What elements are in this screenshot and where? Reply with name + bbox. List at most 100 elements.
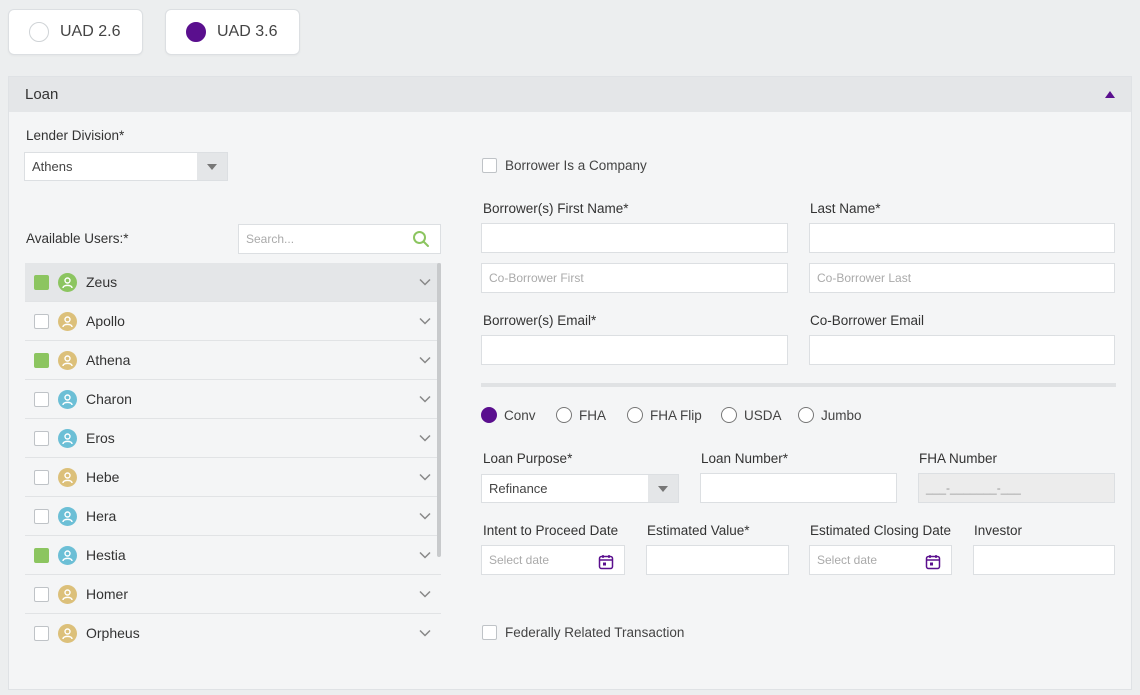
user-avatar-icon	[58, 389, 77, 409]
federally-related-checkbox[interactable]: Federally Related Transaction	[482, 625, 684, 640]
user-row-hera[interactable]: Hera	[25, 497, 441, 536]
loan-purpose-value: Refinance	[489, 481, 548, 496]
calendar-icon[interactable]	[598, 552, 614, 580]
chevron-down-icon[interactable]	[419, 471, 431, 486]
user-avatar-icon	[58, 350, 77, 370]
user-row-zeus[interactable]: Zeus	[25, 263, 441, 302]
radio-icon	[627, 407, 643, 423]
closing-date-input[interactable]: Select date	[809, 545, 952, 575]
closing-date-label: Estimated Closing Date	[810, 523, 952, 538]
chevron-down-icon[interactable]	[419, 510, 431, 525]
lender-division-select[interactable]: Athens	[24, 152, 228, 181]
lender-division-value: Athens	[32, 159, 73, 174]
user-name: Orpheus	[86, 625, 140, 641]
fha-number-label: FHA Number	[919, 451, 998, 466]
user-search-placeholder: Search...	[246, 232, 295, 246]
fha-number-input: ___-_______-___	[918, 473, 1115, 503]
user-avatar-icon	[58, 428, 77, 448]
intent-date-label: Intent to Proceed Date	[483, 523, 619, 538]
user-name: Eros	[86, 430, 115, 446]
chevron-down-icon[interactable]	[419, 588, 431, 603]
user-checkbox[interactable]	[34, 313, 49, 329]
user-name: Homer	[86, 586, 129, 602]
user-name: Zeus	[86, 274, 118, 290]
loan-purpose-select[interactable]: Refinance	[481, 474, 679, 503]
user-checkbox[interactable]	[34, 625, 49, 641]
user-row-athena[interactable]: Athena	[25, 341, 441, 380]
user-row-charon[interactable]: Charon	[25, 380, 441, 419]
borrower-first-name-input[interactable]	[481, 223, 788, 253]
user-row-homer[interactable]: Homer	[25, 575, 441, 614]
user-row-hebe[interactable]: Hebe	[25, 458, 441, 497]
borrower-email-input[interactable]	[481, 335, 788, 365]
checkbox-box[interactable]	[482, 158, 497, 173]
user-avatar-icon	[58, 311, 77, 331]
user-list[interactable]: Zeus Apollo Athena Charon Eros Hebe Hera Hestia…	[25, 263, 441, 649]
user-search-input[interactable]: Search...	[238, 224, 441, 254]
loan-number-label: Loan Number*	[701, 451, 789, 466]
user-checkbox[interactable]	[34, 508, 49, 524]
chevron-down-icon[interactable]	[419, 432, 431, 447]
loan-type-fha-flip-radio[interactable]: FHA Flip	[627, 407, 702, 423]
user-row-apollo[interactable]: Apollo	[25, 302, 441, 341]
panel-title: Loan	[25, 86, 59, 103]
loan-number-input[interactable]	[700, 473, 897, 503]
intent-date-input[interactable]: Select date	[481, 545, 625, 575]
chevron-down-icon[interactable]	[419, 627, 431, 642]
co-borrower-first-input[interactable]: Co-Borrower First	[481, 263, 788, 293]
chevron-down-icon[interactable]	[419, 354, 431, 369]
loan-type-usda-radio[interactable]: USDA	[721, 407, 782, 423]
chevron-down-icon[interactable]	[419, 393, 431, 408]
available-users-label: Available Users:*	[26, 231, 129, 246]
user-row-eros[interactable]: Eros	[25, 419, 441, 458]
calendar-icon[interactable]	[925, 552, 941, 580]
checkbox-box[interactable]	[482, 625, 497, 640]
user-avatar-icon	[58, 272, 77, 292]
borrower-company-checkbox[interactable]: Borrower Is a Company	[482, 158, 647, 173]
user-avatar-icon	[58, 545, 77, 565]
loan-type-fha-radio[interactable]: FHA	[556, 407, 606, 423]
co-borrower-last-input[interactable]: Co-Borrower Last	[809, 263, 1115, 293]
user-row-hestia[interactable]: Hestia	[25, 536, 441, 575]
radio-icon	[481, 407, 497, 423]
radio-icon	[556, 407, 572, 423]
user-checkbox[interactable]	[34, 547, 49, 563]
chevron-down-icon[interactable]	[419, 315, 431, 330]
user-name: Hera	[86, 508, 117, 524]
dropdown-arrow-icon[interactable]	[197, 153, 227, 180]
dropdown-arrow-icon[interactable]	[648, 475, 678, 502]
uad-3-6-toggle[interactable]: UAD 3.6	[165, 9, 300, 55]
user-row-orpheus[interactable]: Orpheus	[25, 614, 441, 649]
investor-label: Investor	[974, 523, 1023, 538]
uad-2-6-toggle[interactable]: UAD 2.6	[8, 9, 143, 55]
investor-input[interactable]	[973, 545, 1115, 575]
user-name: Charon	[86, 391, 132, 407]
loan-type-conv-radio[interactable]: Conv	[481, 407, 536, 423]
user-avatar-icon	[58, 506, 77, 526]
collapse-caret-icon[interactable]	[1105, 91, 1115, 98]
user-checkbox[interactable]	[34, 274, 49, 290]
user-checkbox[interactable]	[34, 391, 49, 407]
user-checkbox[interactable]	[34, 586, 49, 602]
radio-icon	[721, 407, 737, 423]
borrower-last-name-input[interactable]	[809, 223, 1115, 253]
user-avatar-icon	[58, 584, 77, 604]
loan-panel: Loan Lender Division* Athens Available U…	[8, 76, 1132, 690]
user-checkbox[interactable]	[34, 469, 49, 485]
federally-related-label: Federally Related Transaction	[505, 625, 685, 640]
user-name: Hebe	[86, 469, 120, 485]
user-checkbox[interactable]	[34, 352, 49, 368]
estimated-value-label: Estimated Value*	[647, 523, 750, 538]
loan-type-jumbo-radio[interactable]: Jumbo	[798, 407, 862, 423]
user-name: Apollo	[86, 313, 125, 329]
user-name: Athena	[86, 352, 131, 368]
chevron-down-icon[interactable]	[419, 276, 431, 291]
user-checkbox[interactable]	[34, 430, 49, 446]
estimated-value-input[interactable]	[646, 545, 789, 575]
user-list-scrollbar[interactable]	[437, 263, 441, 557]
search-icon[interactable]	[412, 230, 430, 251]
chevron-down-icon[interactable]	[419, 549, 431, 564]
user-avatar-icon	[58, 623, 77, 643]
co-borrower-email-input[interactable]	[809, 335, 1115, 365]
loan-panel-header[interactable]: Loan	[9, 77, 1131, 112]
